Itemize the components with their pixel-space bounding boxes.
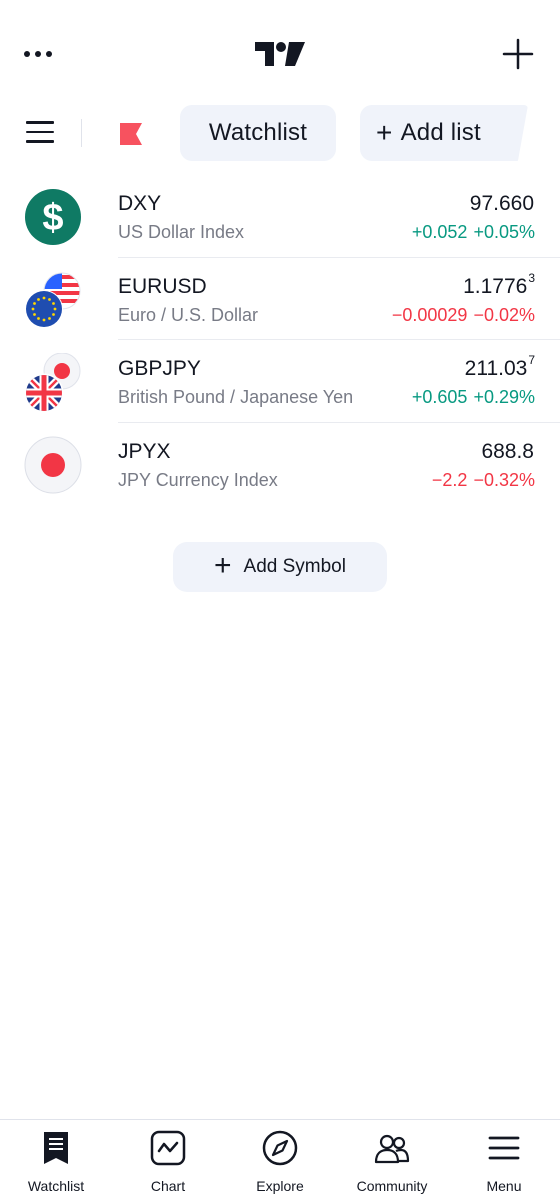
eu-us-flags-icon [25,272,81,328]
list-item[interactable]: GBPJPY British Pound / Japanese Yen 211.… [0,340,560,423]
dollar-icon: $ [25,189,81,245]
symbol-price: 688.8 [481,439,534,463]
add-list-button[interactable]: + Add list [360,105,528,161]
plus-icon: + [214,549,232,582]
nav-item-chart[interactable]: Chart [112,1120,224,1200]
list-item[interactable]: EURUSD Euro / U.S. Dollar 1.17763 −0.000… [0,258,560,340]
divider [81,119,82,147]
hamburger-icon[interactable] [26,121,54,145]
nav-item-watchlist[interactable]: Watchlist [0,1120,112,1200]
symbol-change: +0.052 +0.05% [411,222,535,242]
menu-icon [488,1136,520,1160]
watchlist-tab-label: Watchlist [208,119,308,146]
uk-jp-flags-icon [24,353,81,411]
symbol-description: US Dollar Index [118,222,245,242]
plus-icon: + [376,117,393,148]
watchlist-toolbar: Watchlist + Add list [0,105,560,161]
symbol-price: 97.660 [469,192,534,215]
nav-label: Menu [486,1178,522,1194]
nav-label: Explore [256,1178,304,1194]
symbol-name: EURUSD [118,274,207,298]
symbol-change: −0.00029 −0.02% [391,304,535,325]
add-icon[interactable] [502,38,534,70]
watchlist-icon [44,1132,68,1164]
symbol-price: 211.037 [464,353,535,380]
top-bar [0,0,560,108]
flag-icon[interactable] [118,121,144,147]
symbol-name: GBPJPY [118,357,201,380]
add-list-label: Add list [400,119,481,146]
nav-label: Community [356,1178,428,1194]
watchlist-list: $ DXY US Dollar Index 97.660 +0.052 +0.05… [0,175,560,505]
svg-text:$: $ [42,197,63,239]
chart-icon [150,1130,186,1166]
symbol-description: JPY Currency Index [118,469,278,490]
nav-label: Watchlist [27,1178,85,1194]
add-symbol-button[interactable]: + Add Symbol [173,542,387,592]
jp-flag-icon [24,436,82,493]
nav-label: Chart [150,1178,186,1194]
nav-item-menu[interactable]: Menu [448,1120,560,1200]
list-item[interactable]: JPYX JPY Currency Index 688.8 −2.2 −0.32% [0,423,560,506]
symbol-description: British Pound / Japanese Yen [118,387,354,407]
nav-item-explore[interactable]: Explore [224,1120,336,1200]
symbol-change: −2.2 −0.32% [431,469,535,490]
more-icon[interactable] [24,36,64,72]
symbol-description: Euro / U.S. Dollar [118,304,259,325]
community-icon [374,1134,410,1164]
list-item[interactable]: $ DXY US Dollar Index 97.660 +0.052 +0.05… [0,175,560,258]
symbol-change: +0.605 +0.29% [411,387,535,407]
compass-icon [262,1130,298,1166]
symbol-price: 1.17763 [463,270,535,298]
bottom-navigation: Watchlist Chart Explore Community Menu [0,1119,560,1200]
add-symbol-label: Add Symbol [243,556,346,577]
watchlist-tab[interactable]: Watchlist [180,105,336,161]
symbol-name: JPYX [118,439,171,463]
nav-item-community[interactable]: Community [336,1120,448,1200]
symbol-name: DXY [118,192,162,215]
tradingview-logo[interactable] [255,40,305,68]
